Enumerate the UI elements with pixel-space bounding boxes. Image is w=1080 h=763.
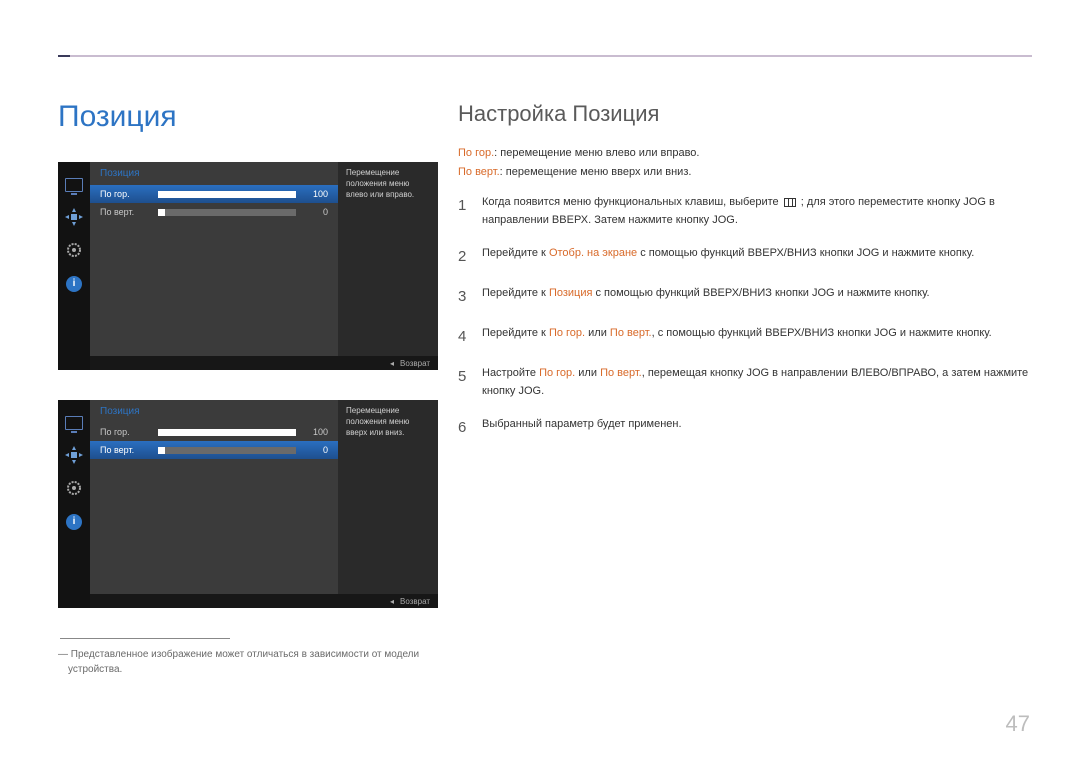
slider-bar [158,447,296,454]
slider-fill [158,209,165,216]
osd-row-value: 100 [306,427,328,437]
description-vertical: По верт.: перемещение меню вверх или вни… [458,164,1030,181]
header-accent [58,55,70,57]
step-body: Перейдите к Позиция с помощью функций ВВ… [482,285,1030,309]
description-horizontal: По гор.: перемещение меню влево или впра… [458,145,1030,162]
slider-fill [158,429,296,436]
step-item: 4Перейдите к По гор. или По верт., с пом… [458,325,1030,349]
osd-row-vertical: По верт. 0 [90,203,338,221]
osd-sidebar: i [58,400,90,608]
step-body: Выбранный параметр будет применен. [482,416,1030,440]
osd-row-vertical: По верт. 0 [90,441,338,459]
return-label: Возврат [400,597,430,606]
step-number: 6 [458,416,482,440]
osd-title: Позиция [90,162,338,185]
slider-fill [158,191,296,198]
section-title: Настройка Позиция [458,101,1030,127]
accent-text: По верт. [610,327,652,339]
osd-footer: ◂ Возврат [90,356,438,370]
step-number: 3 [458,285,482,309]
step-number: 4 [458,325,482,349]
osd-screenshot-vertical: i Позиция По гор. 100 По верт. 0 Перемещ… [58,400,438,608]
accent-label: По верт. [458,166,500,178]
monitor-icon [65,178,83,192]
desc-text: : перемещение меню влево или вправо. [494,147,699,159]
step-number: 1 [458,194,482,229]
step-body: Настройте По гор. или По верт., перемеща… [482,365,1030,400]
step-item: 5Настройте По гор. или По верт., перемещ… [458,365,1030,400]
page-number: 47 [1006,711,1030,737]
osd-row-horizontal: По гор. 100 [90,423,338,441]
accent-text: Отобр. на экране [549,247,637,259]
osd-row-value: 100 [306,189,328,199]
slider-bar [158,191,296,198]
osd-help-panel: Перемещение положения меню вверх или вни… [338,400,438,594]
slider-fill [158,447,165,454]
left-column: i Позиция По гор. 100 По верт. 0 Перемещ… [58,162,438,677]
slider-bar [158,209,296,216]
step-item: 3Перейдите к Позиция с помощью функций В… [458,285,1030,309]
osd-main-panel: Позиция По гор. 100 По верт. 0 [90,400,338,594]
page-title: Позиция [58,100,177,134]
osd-row-label: По гор. [100,427,158,437]
osd-screenshot-horizontal: i Позиция По гор. 100 По верт. 0 Перемещ… [58,162,438,370]
slider-bar [158,429,296,436]
osd-main-panel: Позиция По гор. 100 По верт. 0 [90,162,338,356]
back-triangle-icon: ◂ [390,597,394,606]
step-body: Перейдите к По гор. или По верт., с помо… [482,325,1030,349]
osd-row-label: По гор. [100,189,158,199]
osd-row-horizontal: По гор. 100 [90,185,338,203]
menu-icon [784,198,796,207]
osd-title: Позиция [90,400,338,423]
accent-text: Позиция [549,287,593,299]
monitor-icon [65,416,83,430]
arrows-icon [65,448,83,462]
osd-row-value: 0 [306,207,328,217]
accent-text: По гор. [539,367,575,379]
info-icon: i [66,514,82,530]
gear-icon [66,242,82,258]
footnote-text: ― Представленное изображение может отлич… [58,647,438,677]
step-item: 6Выбранный параметр будет применен. [458,416,1030,440]
back-triangle-icon: ◂ [390,359,394,368]
accent-text: По гор. [549,327,585,339]
step-number: 2 [458,245,482,269]
return-label: Возврат [400,359,430,368]
accent-label: По гор. [458,147,494,159]
step-number: 5 [458,365,482,400]
step-item: 2Перейдите к Отобр. на экране с помощью … [458,245,1030,269]
osd-footer: ◂ Возврат [90,594,438,608]
step-body: Перейдите к Отобр. на экране с помощью ф… [482,245,1030,269]
osd-help-panel: Перемещение положения меню влево или впр… [338,162,438,356]
osd-sidebar: i [58,162,90,370]
step-item: 1Когда появится меню функциональных клав… [458,194,1030,229]
header-divider [58,55,1032,57]
desc-text: : перемещение меню вверх или вниз. [500,166,692,178]
osd-row-label: По верт. [100,207,158,217]
steps-list: 1Когда появится меню функциональных клав… [458,194,1030,440]
accent-text: По верт. [600,367,642,379]
gear-icon [66,480,82,496]
arrows-icon [65,210,83,224]
osd-row-label: По верт. [100,445,158,455]
info-icon: i [66,276,82,292]
step-body: Когда появится меню функциональных клави… [482,194,1030,229]
osd-row-value: 0 [306,445,328,455]
footnote-divider [60,638,230,639]
right-column: Настройка Позиция По гор.: перемещение м… [458,101,1030,456]
